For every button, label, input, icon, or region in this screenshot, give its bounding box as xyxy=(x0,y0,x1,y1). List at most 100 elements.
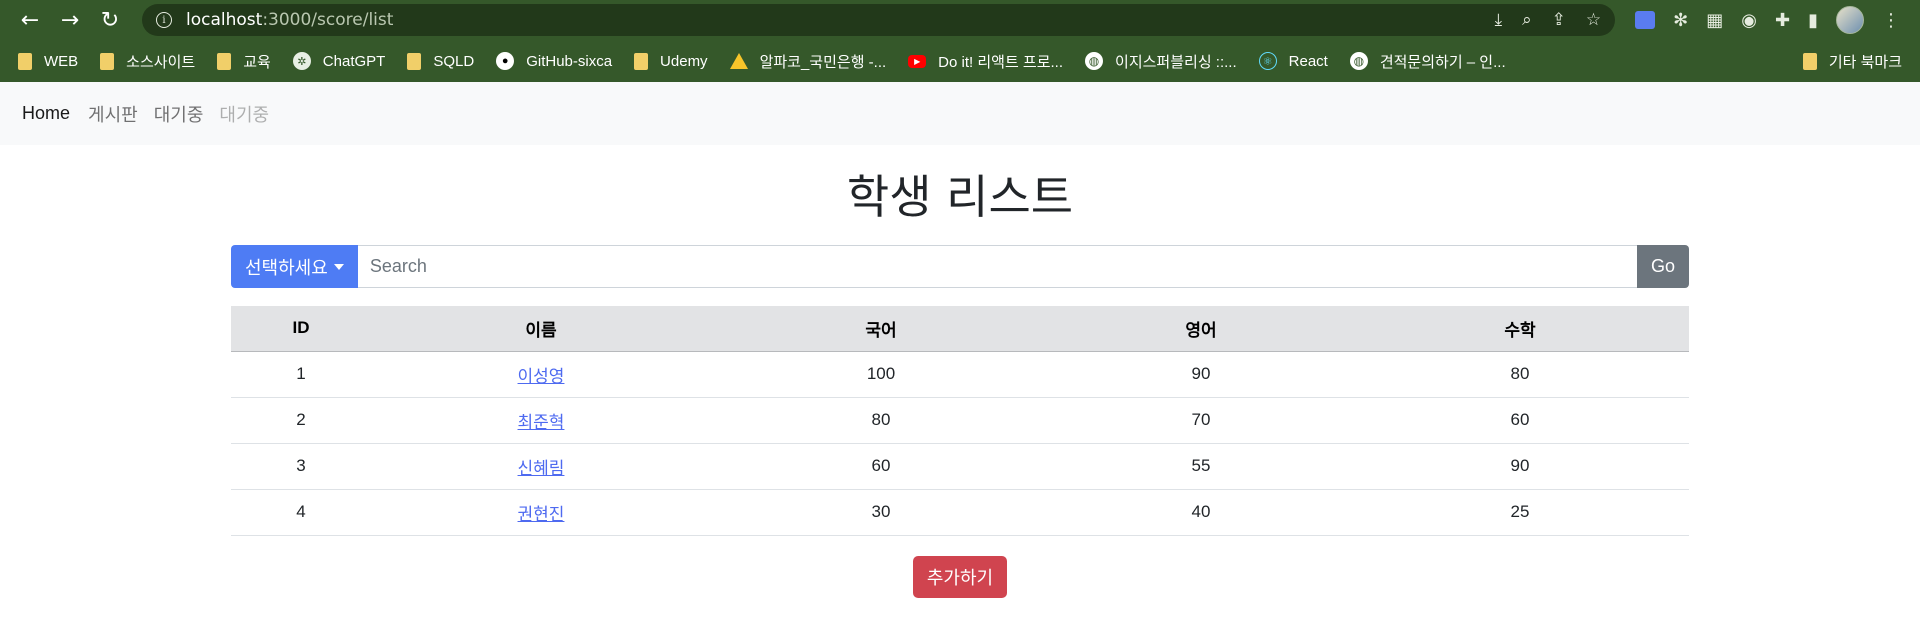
extension-icon[interactable]: ◉ xyxy=(1741,10,1757,31)
zoom-icon[interactable]: ⌕ xyxy=(1522,10,1532,30)
table-row: 2 최준혁 80 70 60 xyxy=(231,397,1689,444)
caret-down-icon xyxy=(333,263,344,270)
bookmark-label: Udemy xyxy=(660,52,708,70)
react-icon: ⚛ xyxy=(1258,52,1277,70)
browser-toolbar: ← → ↻ i localhost:3000/score/list ⤓ ⌕ ⇪ … xyxy=(0,0,1920,40)
cell-english: 55 xyxy=(1051,443,1351,490)
folder-icon xyxy=(407,52,422,70)
profile-avatar[interactable] xyxy=(1836,6,1864,34)
cell-korean: 80 xyxy=(711,397,1051,444)
globe-icon: ◍ xyxy=(1085,52,1104,70)
bookmark-item[interactable]: ⚛ React xyxy=(1258,52,1328,70)
column-header-math: 수학 xyxy=(1351,306,1689,352)
bookmark-item[interactable]: Udemy xyxy=(634,52,708,70)
search-group: 선택하세요 Go xyxy=(231,245,1689,288)
site-info-icon[interactable]: i xyxy=(156,12,172,28)
settings-extension-icon[interactable]: ✻ xyxy=(1673,10,1688,31)
column-header-korean: 국어 xyxy=(711,306,1051,352)
bookmark-label: 견적문의하기 – 인... xyxy=(1379,53,1506,71)
extension-icon[interactable]: ▦ xyxy=(1706,10,1723,31)
cell-name: 최준혁 xyxy=(371,397,711,444)
folder-icon xyxy=(18,52,32,70)
bookmark-label: Do it! 리액트 프로... xyxy=(938,53,1064,71)
bookmark-item[interactable]: 알파코_국민은행 -... xyxy=(729,51,887,72)
install-icon[interactable]: ⤓ xyxy=(1495,10,1503,30)
bookmark-item[interactable]: ● GitHub-sixca xyxy=(496,52,612,70)
nav-pending-link[interactable]: 대기중 xyxy=(146,93,212,135)
other-bookmarks[interactable]: 기타 북마크 xyxy=(1802,51,1902,72)
bookmark-item[interactable]: ▶ Do it! 리액트 프로... xyxy=(908,51,1063,72)
other-bookmarks-label: 기타 북마크 xyxy=(1828,53,1902,71)
github-icon: ● xyxy=(496,52,515,70)
star-bookmark-icon[interactable]: ☆ xyxy=(1586,10,1601,30)
student-name-link[interactable]: 권현진 xyxy=(518,505,565,524)
browser-chrome: ← → ↻ i localhost:3000/score/list ⤓ ⌕ ⇪ … xyxy=(0,0,1920,82)
address-bar[interactable]: i localhost:3000/score/list ⤓ ⌕ ⇪ ☆ xyxy=(142,4,1616,36)
bookmark-label: GitHub-sixca xyxy=(526,52,613,70)
cell-korean: 30 xyxy=(711,489,1051,536)
bookmark-label: SQLD xyxy=(433,52,475,70)
bookmarks-bar: WEB 소스사이트 교육 ✲ ChatGPT SQLD ● GitHub-sixca… xyxy=(0,40,1920,82)
cell-english: 40 xyxy=(1051,489,1351,536)
column-header-english: 영어 xyxy=(1051,306,1351,352)
menu-kebab-icon[interactable]: ⋮ xyxy=(1882,10,1900,31)
cell-id: 1 xyxy=(231,351,371,398)
cell-korean: 100 xyxy=(711,351,1051,398)
cell-math: 25 xyxy=(1351,489,1689,536)
cell-id: 4 xyxy=(231,489,371,536)
page-title: 학생 리스트 xyxy=(846,170,1074,224)
go-button[interactable]: Go xyxy=(1637,245,1689,288)
extension-icon[interactable] xyxy=(1635,11,1656,29)
bookmark-label: WEB xyxy=(44,52,79,70)
bookmark-item[interactable]: 소스사이트 xyxy=(100,51,195,72)
table-row: 4 권현진 30 40 25 xyxy=(231,489,1689,536)
side-panel-icon[interactable]: ▮ xyxy=(1808,10,1818,31)
search-input[interactable] xyxy=(357,245,1637,288)
cell-id: 2 xyxy=(231,397,371,444)
bookmark-item[interactable]: ✲ ChatGPT xyxy=(292,52,386,70)
main-content: 학생 리스트 선택하세요 Go ID 이름 국어 영어 수학 1 이성영 100… xyxy=(231,145,1689,598)
student-name-link[interactable]: 신혜림 xyxy=(518,459,565,478)
puzzle-extensions-icon[interactable]: ✚ xyxy=(1775,10,1790,31)
bookmark-label: ChatGPT xyxy=(322,52,386,70)
bookmark-item[interactable]: SQLD xyxy=(407,52,475,70)
forward-icon[interactable]: → xyxy=(50,0,90,40)
bookmark-label: React xyxy=(1288,52,1328,70)
bookmark-label: 알파코_국민은행 -... xyxy=(759,53,887,71)
bookmark-item[interactable]: ◍ 견적문의하기 – 인... xyxy=(1349,51,1506,72)
dropdown-label: 선택하세요 xyxy=(245,257,328,279)
cell-english: 90 xyxy=(1051,351,1351,398)
bookmark-item[interactable]: WEB xyxy=(18,52,79,70)
cell-name: 권현진 xyxy=(371,489,711,536)
share-icon[interactable]: ⇪ xyxy=(1552,10,1566,30)
youtube-icon: ▶ xyxy=(908,54,927,68)
add-student-button[interactable]: 추가하기 xyxy=(912,555,1008,598)
cell-math: 90 xyxy=(1351,443,1689,490)
cell-math: 60 xyxy=(1351,397,1689,444)
nav-board-link[interactable]: 게시판 xyxy=(80,93,146,135)
bookmark-label: 교육 xyxy=(243,53,271,71)
student-name-link[interactable]: 최준혁 xyxy=(518,413,565,432)
back-icon[interactable]: ← xyxy=(10,0,50,40)
column-header-id: ID xyxy=(231,306,371,352)
table-header-row: ID 이름 국어 영어 수학 xyxy=(231,306,1689,352)
bookmark-label: 이지스퍼블리싱 ::... xyxy=(1115,53,1237,71)
cell-name: 이성영 xyxy=(371,351,711,398)
bookmark-item[interactable]: ◍ 이지스퍼블리싱 ::... xyxy=(1085,51,1237,72)
folder-icon xyxy=(100,52,115,70)
search-field-dropdown[interactable]: 선택하세요 xyxy=(231,245,358,288)
app-navbar: Home 게시판 대기중 대기중 xyxy=(0,82,1920,145)
cell-korean: 60 xyxy=(711,443,1051,490)
student-name-link[interactable]: 이성영 xyxy=(518,367,565,386)
folder-icon xyxy=(634,52,649,70)
folder-icon xyxy=(1802,52,1817,70)
cell-id: 3 xyxy=(231,443,371,490)
google-drive-icon xyxy=(729,53,748,69)
folder-icon xyxy=(217,52,232,70)
add-button-wrap: 추가하기 xyxy=(231,555,1689,598)
url-host: localhost xyxy=(186,10,263,30)
reload-icon[interactable]: ↻ xyxy=(90,0,130,40)
nav-home-link[interactable]: Home xyxy=(14,95,78,132)
cell-english: 70 xyxy=(1051,397,1351,444)
bookmark-item[interactable]: 교육 xyxy=(217,51,271,72)
